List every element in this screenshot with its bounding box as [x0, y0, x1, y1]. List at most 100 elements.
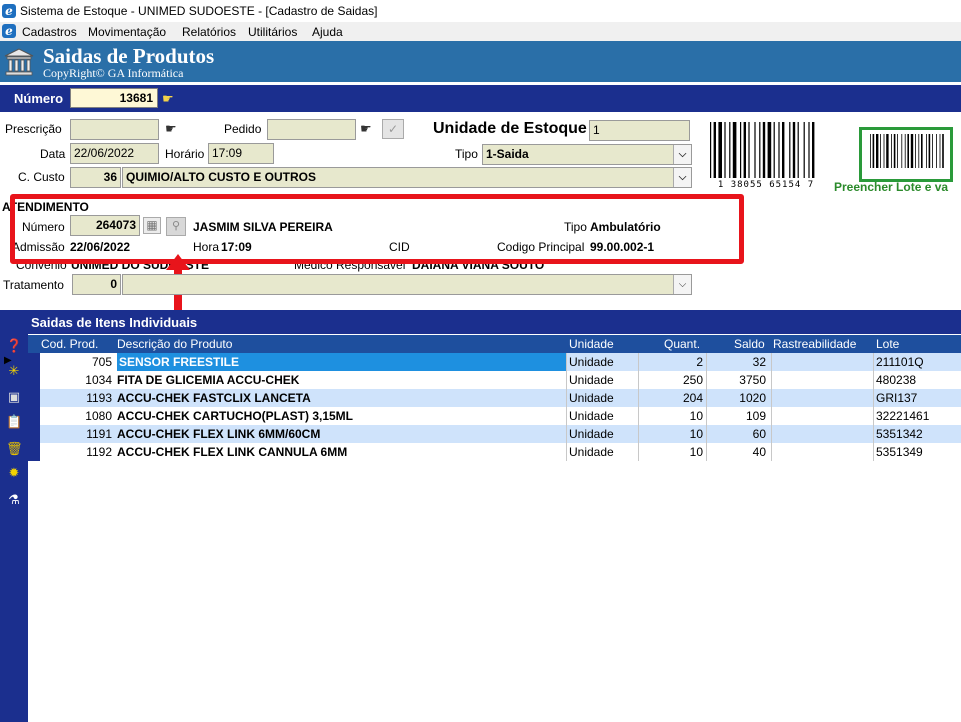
cell-lote: 5351342 [876, 427, 923, 441]
custo-code-field[interactable]: 36 [70, 167, 121, 188]
cell-lote: 211101Q [876, 355, 924, 369]
custo-select[interactable]: QUIMIO/ALTO CUSTO E OUTROS ⌵ [122, 167, 692, 188]
menu-relatorios[interactable]: Relatórios [182, 25, 236, 39]
cell-saldo: 1020 [739, 391, 766, 405]
window-title-bar: e Sistema de Estoque - UNIMED SUDOESTE -… [0, 0, 961, 22]
delete-icon[interactable]: 🗑 [6, 441, 23, 457]
bank-icon [4, 48, 34, 76]
unidade-estoque-field[interactable]: 1 [589, 120, 690, 141]
cell-cod: 1191 [86, 427, 112, 441]
menu-bar: e Cadastros Movimentação Relatórios Util… [0, 22, 961, 41]
pedido-label: Pedido [224, 122, 262, 136]
prescricao-field[interactable] [70, 119, 159, 140]
tratamento-select[interactable]: ⌵ [122, 274, 692, 295]
left-toolbar: ❓ ✳ ▣ 📋 🗑 ✹ ⚗ [0, 334, 28, 722]
col-saldo[interactable]: Saldo [734, 337, 765, 351]
page-subtitle: CopyRight© GA Informática [43, 66, 184, 80]
save-icon[interactable]: ▣ [6, 389, 22, 405]
clipboard-icon[interactable]: 📋 [6, 414, 22, 430]
tratamento-code-field[interactable]: 0 [72, 274, 121, 295]
prescricao-lookup-icon[interactable]: ☛ [165, 122, 183, 136]
menu-ajuda[interactable]: Ajuda [312, 25, 343, 39]
lote-scan-box[interactable] [859, 127, 953, 182]
col-rastreabilidade[interactable]: Rastreabilidade [773, 337, 856, 351]
chevron-down-icon[interactable]: ⌵ [673, 275, 691, 294]
tratamento-label: Tratamento [3, 278, 64, 292]
cell-quant: 10 [689, 427, 703, 441]
cell-cod: 705 [91, 355, 112, 369]
table-row[interactable]: 1080 ACCU-CHEK CARTUCHO(PLAST) 3,15ML Unid… [28, 407, 961, 425]
col-cod-prod[interactable]: Cod. Prod. [41, 337, 98, 351]
cell-quant: 250 [682, 373, 703, 387]
settings-icon[interactable]: ✹ [6, 465, 22, 481]
cell-lote: 5351349 [876, 445, 923, 459]
cell-quant: 10 [689, 445, 703, 459]
chevron-down-icon[interactable]: ⌵ [673, 145, 691, 164]
cell-desc: ACCU-CHEK CARTUCHO(PLAST) 3,15ML [117, 409, 353, 423]
lote-hint-text: Preencher Lote e va [834, 180, 949, 194]
pedido-lookup-icon[interactable]: ☛ [360, 122, 378, 136]
menu-cadastros[interactable]: Cadastros [22, 25, 77, 39]
app-menu-icon[interactable]: e [2, 24, 16, 38]
tipo-label: Tipo [455, 147, 478, 161]
cell-cod: 1080 [85, 409, 112, 423]
cell-desc: SENSOR FREESTILE [119, 355, 240, 369]
cell-cod: 1034 [85, 373, 112, 387]
table-row[interactable]: 1034 FITA DE GLICEMIA ACCU-CHEK Unidade 250… [28, 371, 961, 389]
horario-field[interactable]: 17:09 [208, 143, 274, 164]
row-indicator-icon: ▶ [4, 355, 12, 366]
cell-saldo: 32 [752, 355, 766, 369]
chevron-down-icon[interactable]: ⌵ [673, 168, 691, 187]
cell-saldo: 40 [752, 445, 766, 459]
menu-utilitarios[interactable]: Utilitários [248, 25, 297, 39]
app-icon: e [2, 4, 16, 18]
grid-left-strip [28, 353, 40, 461]
cell-cod: 1193 [86, 391, 112, 405]
data-label: Data [40, 147, 66, 161]
pedido-field[interactable] [267, 119, 356, 140]
cell-lote: 480238 [876, 373, 917, 387]
window-title: Sistema de Estoque - UNIMED SUDOESTE - [… [20, 4, 378, 18]
col-lote[interactable]: Lote [876, 337, 899, 351]
numero-field[interactable]: 13681 [70, 88, 158, 108]
cell-saldo: 60 [752, 427, 766, 441]
cell-desc: ACCU-CHEK FLEX LINK CANNULA 6MM [117, 445, 348, 459]
help-icon[interactable]: ❓ [6, 338, 22, 354]
cell-desc: ACCU-CHEK FLEX LINK 6MM/60CM [117, 427, 321, 441]
grid-body: ▶ 705 SENSOR FREESTILE Unidade 2 32 211101Q 103… [4, 353, 961, 722]
cell-unidade: Unidade [569, 391, 614, 405]
data-field[interactable]: 22/06/2022 [70, 143, 159, 164]
cell-cod: 1192 [86, 445, 112, 459]
cell-unidade: Unidade [569, 427, 614, 441]
cell-saldo: 3750 [739, 373, 766, 387]
cell-unidade: Unidade [569, 409, 614, 423]
confirm-check-icon[interactable]: ✓ [382, 119, 404, 139]
cell-desc: ACCU-CHEK FASTCLIX LANCETA [117, 391, 311, 405]
horario-label: Horário [165, 147, 205, 161]
cell-quant: 10 [689, 409, 703, 423]
tipo-select[interactable]: 1-Saida ⌵ [482, 144, 692, 165]
custo-label: C. Custo [18, 170, 65, 184]
menu-movimentacao[interactable]: Movimentação [88, 25, 166, 39]
table-row[interactable]: 1192 ACCU-CHEK FLEX LINK CANNULA 6MM Unida… [28, 443, 961, 461]
table-row[interactable]: ▶ 705 SENSOR FREESTILE Unidade 2 32 211101Q [4, 353, 961, 371]
col-quant[interactable]: Quant. [664, 337, 700, 351]
cell-desc: FITA DE GLICEMIA ACCU-CHEK [117, 373, 300, 387]
cell-lote: 32221461 [876, 409, 930, 423]
numero-label: Número [14, 91, 64, 106]
flask-icon[interactable]: ⚗ [6, 492, 22, 508]
cell-unidade: Unidade [569, 373, 614, 387]
pointing-hand-icon[interactable]: ☛ [162, 92, 180, 106]
grid-header: Cod. Prod. Descrição do Produto Unidade … [28, 335, 961, 353]
cell-quant: 204 [682, 391, 703, 405]
table-row[interactable]: 1191 ACCU-CHEK FLEX LINK 6MM/60CM Unidade 1… [28, 425, 961, 443]
cell-unidade: Unidade [569, 445, 614, 459]
small-barcode-image [870, 134, 944, 168]
tipo-value: 1-Saida [486, 147, 529, 161]
col-unidade[interactable]: Unidade [569, 337, 614, 351]
table-row[interactable]: 1193 ACCU-CHEK FASTCLIX LANCETA Unidade 204… [28, 389, 961, 407]
cell-unidade: Unidade [569, 355, 614, 369]
col-descricao[interactable]: Descrição do Produto [117, 337, 232, 351]
highlight-annotation-box [10, 194, 744, 264]
custo-desc: QUIMIO/ALTO CUSTO E OUTROS [126, 170, 317, 184]
